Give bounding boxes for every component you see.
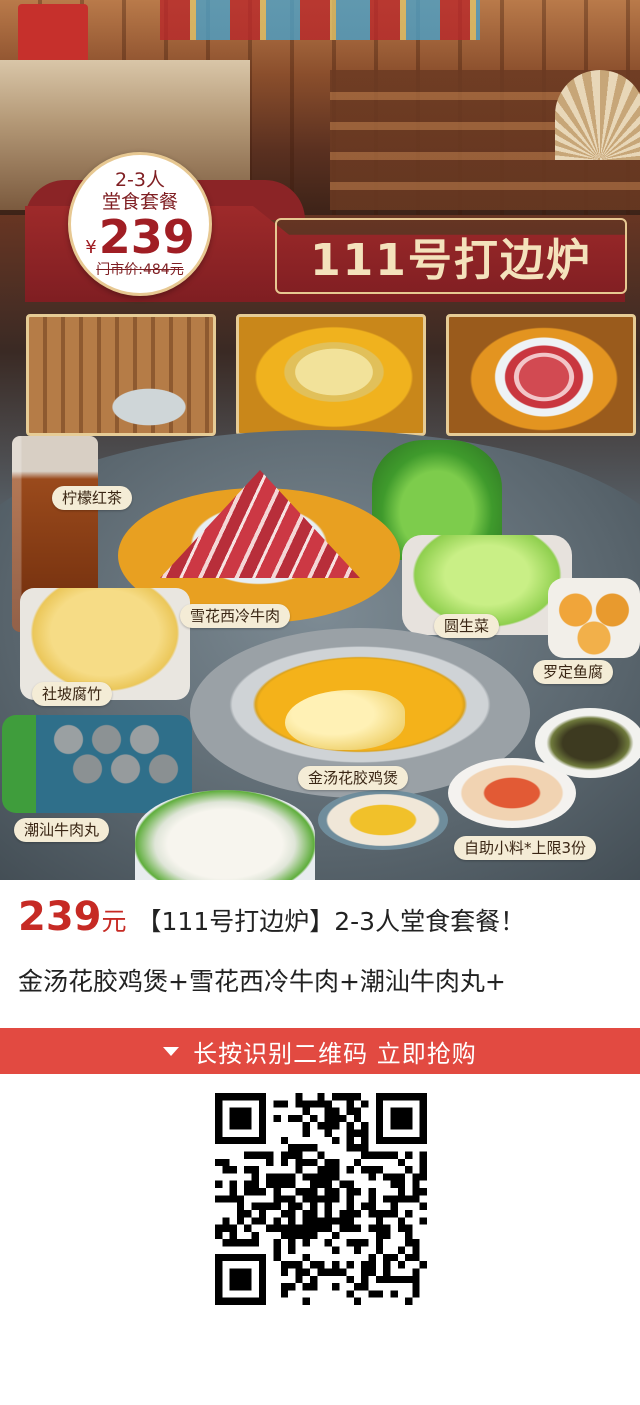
deal-price: 239: [18, 894, 102, 940]
wall-sign: [18, 4, 88, 64]
deal-items: 金汤花胶鸡煲+雪花西冷牛肉+潮汕牛肉丸+: [18, 967, 506, 996]
label-meatball: 潮汕牛肉丸: [14, 818, 110, 842]
badge-price: 239: [98, 210, 195, 264]
label-sauce: 自助小料*上限3份: [454, 836, 597, 860]
promo-poster-image: 111号打边炉 2-3人 堂食套餐 ¥ 239 门市价:484元 柠檬红茶 雪花…: [0, 0, 640, 880]
original-price: 门市价:484元: [96, 262, 184, 278]
fan-screen-decor: [555, 70, 640, 160]
label-tofu-skin: 社坡腐竹: [32, 682, 113, 706]
sauce-bowl-3: [535, 708, 640, 778]
label-beef: 雪花西冷牛肉: [180, 604, 291, 628]
thumbnail-beef-platter: [446, 314, 636, 436]
restaurant-title-box: 111号打边炉: [275, 218, 627, 294]
deal-price-unit: 元: [101, 907, 127, 936]
qr-code-icon[interactable]: [215, 1093, 427, 1305]
fish-tofu-bowl: [548, 578, 640, 658]
deal-headline: 【111号打边炉】2-3人堂食套餐！: [136, 907, 526, 936]
ceiling-decor: [160, 0, 480, 40]
restaurant-title: 111号打边炉: [310, 235, 592, 286]
price-badge: 2-3人 堂食套餐 ¥ 239 门市价:484元: [68, 152, 212, 296]
chicken-in-pot: [285, 690, 405, 750]
sauce-bowl-1: [318, 790, 448, 850]
thumbnail-dining-room: [26, 314, 216, 436]
label-fish-tofu: 罗定鱼腐: [533, 660, 614, 684]
cta-bar: 长按识别二维码 立即抢购: [0, 1028, 640, 1074]
meatball-platter: [2, 715, 192, 813]
cta-label: 长按识别二维码 立即抢购: [193, 1039, 477, 1068]
label-lettuce: 圆生菜: [434, 614, 500, 638]
badge-price-row: ¥ 239: [85, 213, 194, 261]
deal-headline-row: 239 元 【111号打边炉】2-3人堂食套餐！: [18, 894, 622, 950]
label-lemon-tea: 柠檬红茶: [52, 486, 133, 510]
thumbnail-chicken-soup: [236, 314, 426, 436]
radish-plate: [135, 790, 315, 880]
label-chicken-pot: 金汤花胶鸡煲: [298, 766, 409, 790]
triangle-down-icon: [163, 1046, 180, 1056]
deal-description: 239 元 【111号打边炉】2-3人堂食套餐！ 金汤花胶鸡煲+雪花西冷牛肉+潮…: [0, 880, 640, 1028]
currency-symbol: ¥: [85, 237, 97, 258]
party-size: 2-3人: [114, 169, 166, 191]
